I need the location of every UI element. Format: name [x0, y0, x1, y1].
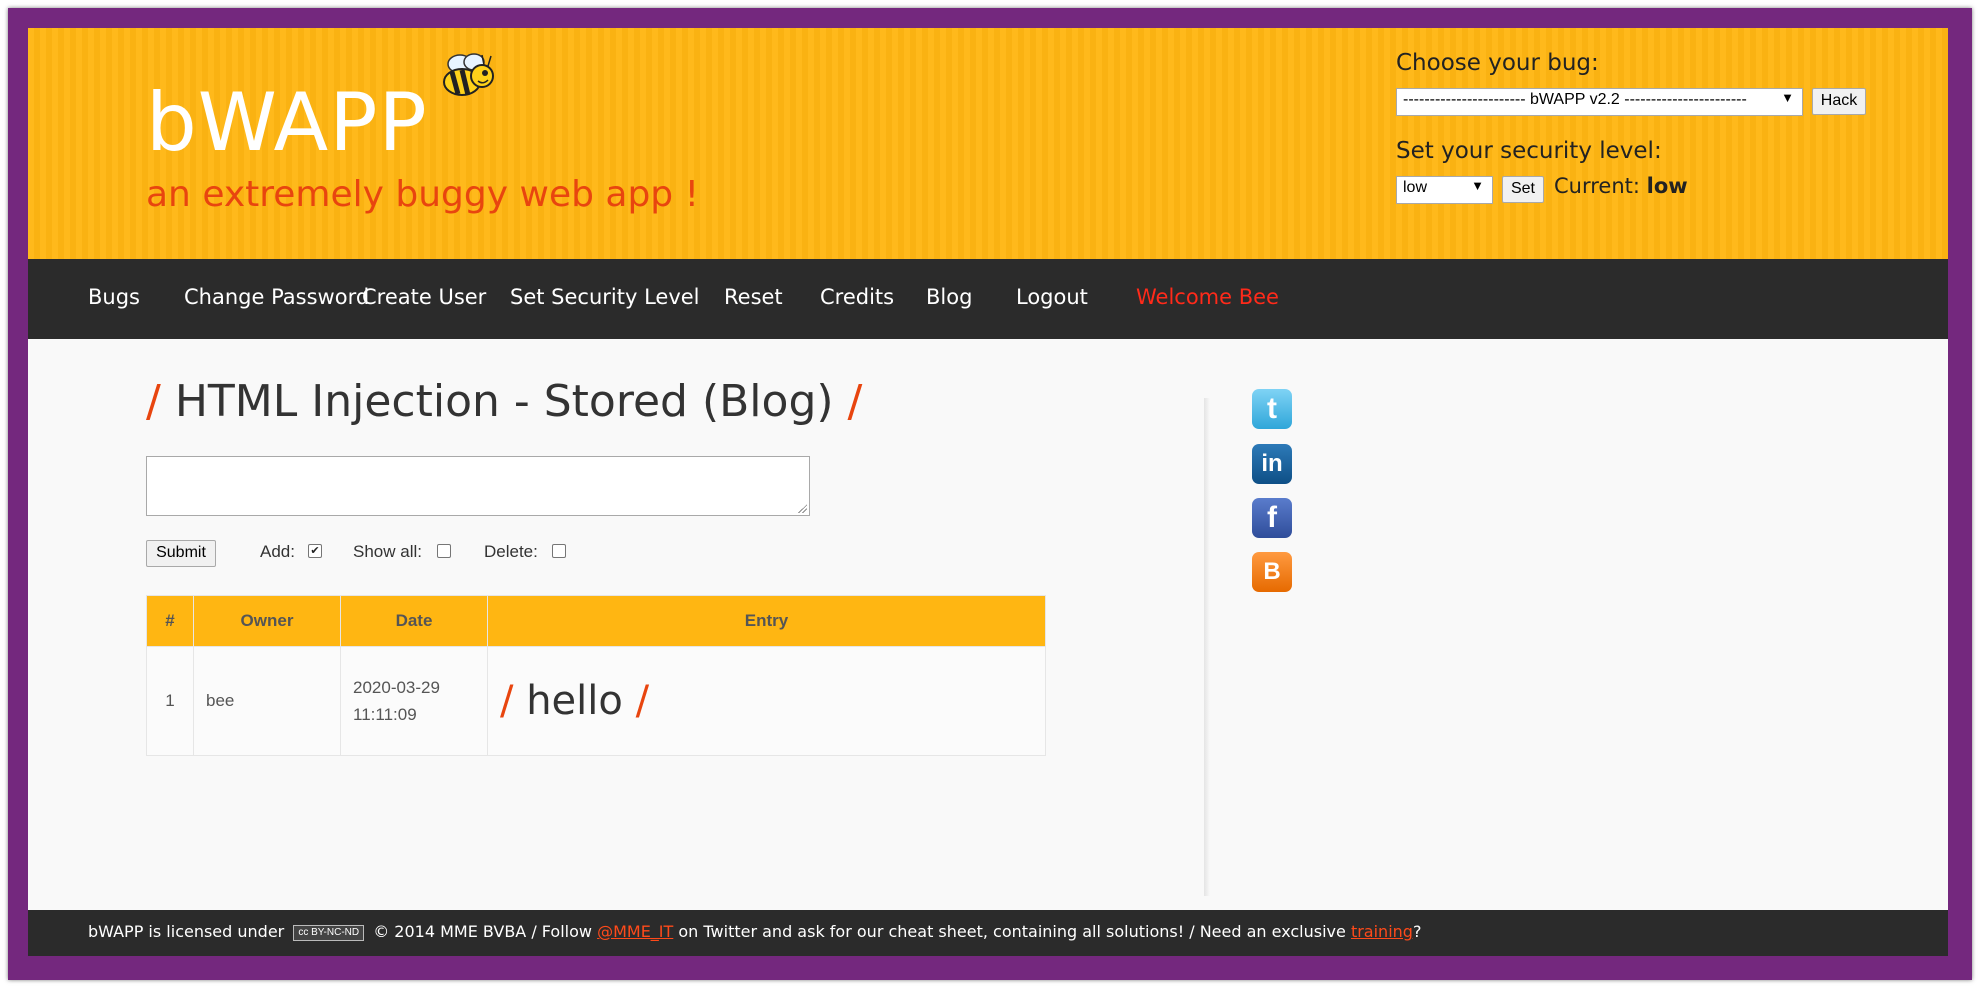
security-level-label: Set your security level: [1396, 138, 1662, 164]
hack-button[interactable]: Hack [1812, 88, 1866, 115]
add-label: Add: [260, 542, 295, 561]
nav-item-blog[interactable]: Blog [926, 285, 972, 309]
footer-text: bWAPP is licensed under cc BY-NC-ND © 20… [88, 922, 1421, 941]
column-header-date: Date [340, 595, 488, 647]
show-all-label: Show all: [353, 542, 422, 561]
nav-item-set-security-level[interactable]: Set Security Level [510, 285, 700, 309]
main-nav: Bugs Change Password Create User Set Sec… [28, 259, 1948, 339]
table-header-row: # Owner Date Entry [146, 595, 1046, 647]
show-all-checkbox[interactable] [437, 544, 451, 558]
screenshot-frame: bWAPP an extremely buggy web app ! Choos… [0, 0, 1981, 989]
column-header-entry: Entry [487, 595, 1046, 647]
column-header-number: # [146, 595, 194, 647]
submit-button[interactable]: Submit [146, 540, 216, 567]
bug-select-value: ----------------------- bWAPP v2.2 -----… [1403, 91, 1747, 108]
set-button[interactable]: Set [1502, 176, 1544, 203]
blog-table: # Owner Date Entry 1 bee 2020-03-29 11:1… [146, 595, 1046, 756]
title-slash-left: / [146, 376, 161, 427]
facebook-icon[interactable]: f [1252, 498, 1292, 538]
current-value: low [1646, 174, 1688, 198]
row-date-day: 2020-03-29 [353, 678, 440, 697]
entry-slash-left: / [500, 678, 514, 724]
header: bWAPP an extremely buggy web app ! Choos… [28, 28, 1948, 259]
bug-select[interactable]: ----------------------- bWAPP v2.2 -----… [1396, 88, 1803, 116]
current-security-level: Current: low [1554, 174, 1688, 198]
page-title: / HTML Injection - Stored (Blog) / [146, 376, 862, 427]
row-entry: / hello / [487, 646, 1046, 756]
resize-handle-icon[interactable] [797, 503, 807, 513]
row-number: 1 [146, 646, 194, 756]
sidebar-divider [1204, 398, 1210, 896]
nav-item-reset[interactable]: Reset [724, 285, 783, 309]
blog-entry-textarea[interactable] [146, 456, 810, 516]
footer-copyright-text: © 2014 MME BVBA / Follow [373, 922, 592, 941]
nav-item-logout[interactable]: Logout [1016, 285, 1088, 309]
row-entry-content: / hello / [500, 678, 649, 724]
nav-item-change-password[interactable]: Change Password [184, 285, 369, 309]
linkedin-icon[interactable]: in [1252, 444, 1292, 484]
footer-question-mark: ? [1412, 922, 1422, 941]
entry-slash-right: / [635, 678, 650, 724]
security-level-select[interactable]: low ▼ [1396, 176, 1493, 204]
row-date-time: 11:11:09 [353, 705, 417, 724]
blogger-icon[interactable]: B [1252, 552, 1292, 592]
nav-item-create-user[interactable]: Create User [362, 285, 486, 309]
current-label: Current: [1554, 174, 1640, 198]
twitter-link[interactable]: @MME_IT [597, 922, 673, 941]
delete-checkbox[interactable] [552, 544, 566, 558]
delete-label: Delete: [484, 542, 538, 561]
choose-bug-label: Choose your bug: [1396, 50, 1599, 76]
security-select-value: low [1403, 179, 1428, 196]
footer-cheat-sheet-text: on Twitter and ask for our cheat sheet, … [678, 922, 1346, 941]
bee-icon [443, 53, 494, 96]
row-date: 2020-03-29 11:11:09 [340, 646, 488, 756]
column-header-owner: Owner [193, 595, 341, 647]
footer: bWAPP is licensed under cc BY-NC-ND © 20… [28, 910, 1948, 956]
welcome-user: Welcome Bee [1136, 285, 1279, 309]
dropdown-arrow-icon: ▼ [1471, 178, 1484, 193]
logo[interactable]: bWAPP [146, 76, 428, 169]
table-row: 1 bee 2020-03-29 11:11:09 / hello / [146, 646, 1046, 756]
page: bWAPP an extremely buggy web app ! Choos… [28, 28, 1948, 956]
page-title-text: HTML Injection - Stored (Blog) [174, 376, 834, 427]
dropdown-arrow-icon: ▼ [1781, 90, 1794, 105]
cc-license-badge[interactable]: cc BY-NC-ND [293, 924, 365, 941]
title-slash-right: / [847, 376, 863, 427]
nav-item-credits[interactable]: Credits [820, 285, 894, 309]
row-owner: bee [193, 646, 341, 756]
tagline: an extremely buggy web app ! [146, 174, 700, 215]
twitter-icon[interactable]: t [1252, 389, 1292, 429]
training-link[interactable]: training [1351, 922, 1413, 941]
nav-item-bugs[interactable]: Bugs [88, 285, 140, 309]
add-checkbox[interactable]: ✔ [308, 544, 322, 558]
footer-license-text: bWAPP is licensed under [88, 922, 285, 941]
row-entry-text: hello [526, 678, 623, 724]
